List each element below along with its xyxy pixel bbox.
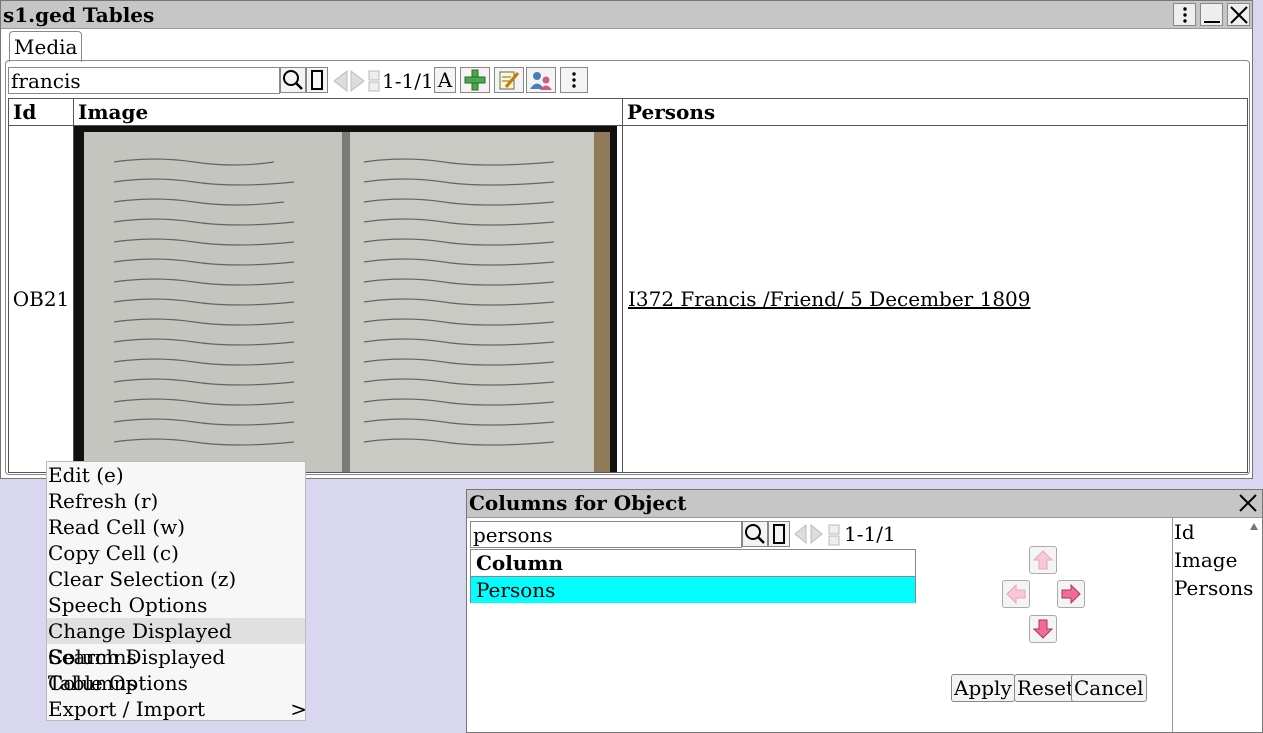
tables-window: s1.ged Tables Media 1-1/1 A (0, 0, 1253, 479)
column-list: Column Persons (470, 549, 916, 603)
menu-item[interactable]: Copy Cell (c) (47, 540, 305, 566)
column-header-persons[interactable]: Persons (622, 98, 1248, 126)
toggle-icon (311, 70, 323, 90)
column-page-count: 1-1/1 (844, 522, 896, 546)
person-button[interactable] (526, 67, 556, 93)
close-icon (1229, 5, 1248, 24)
add-button[interactable] (460, 67, 490, 93)
menu-item-label: Read Cell (w) (48, 515, 185, 539)
menu-item[interactable]: Speech Options (47, 592, 305, 618)
minimize-button[interactable] (1200, 3, 1223, 26)
scroll-up-icon[interactable] (1249, 522, 1259, 532)
page-count: 1-1/1 (382, 69, 434, 93)
column-header-id[interactable]: Id (8, 98, 74, 126)
column-list-header: Column (471, 550, 915, 577)
media-table: Id Image Persons OB21 I372 Francis /Frie… (8, 98, 1248, 473)
menu-item-label: Speech Options (48, 593, 208, 617)
submenu-arrow-icon: > (290, 697, 307, 721)
menu-item[interactable]: Search Displayed Columns (47, 644, 305, 695)
person-link[interactable]: I372 Francis /Friend/ 5 December 1809 (628, 287, 1031, 311)
menu-item[interactable]: Read Cell (w) (47, 514, 305, 540)
next-icon[interactable] (809, 523, 825, 545)
edit-icon (499, 71, 520, 90)
search-icon (745, 524, 765, 544)
available-columns-list[interactable]: Id Image Persons (1172, 518, 1262, 732)
cell-persons[interactable]: I372 Francis /Friend/ 5 December 1809 (622, 125, 1248, 473)
arrow-left-icon (1006, 584, 1026, 604)
arrow-down-icon (1033, 619, 1053, 639)
media-panel: 1-1/1 A Id Image Persons OB21 (5, 60, 1250, 475)
columns-dialog: Columns for Object 1-1/1 Column Persons … (466, 489, 1263, 733)
menu-item[interactable]: Table Options (47, 670, 305, 696)
move-left-button[interactable] (1002, 580, 1030, 608)
search-button[interactable] (280, 67, 306, 93)
cell-image[interactable] (73, 125, 623, 473)
edit-button[interactable] (494, 67, 524, 93)
kebab-icon (1182, 6, 1187, 23)
close-icon (1238, 493, 1257, 512)
next-icon[interactable] (349, 69, 367, 93)
arrow-right-icon (1061, 584, 1081, 604)
move-up-button[interactable] (1029, 546, 1057, 574)
menu-item-label: Refresh (r) (48, 489, 159, 513)
kebab-icon (572, 72, 576, 88)
reset-button[interactable]: Reset (1014, 674, 1078, 702)
context-menu: Edit (e) Refresh (r) Read Cell (w) Copy Cel… (46, 461, 307, 722)
menu-item[interactable]: Change Displayed Columns (47, 618, 305, 669)
tab-media[interactable]: Media (9, 31, 83, 62)
arrow-up-icon (1033, 550, 1053, 570)
column-filter-toggle[interactable] (768, 521, 790, 547)
cancel-button[interactable]: Cancel (1071, 674, 1147, 702)
menu-item-label: Table Options (48, 671, 188, 695)
list-item[interactable]: Image (1173, 546, 1262, 574)
page-step-icon[interactable] (828, 524, 840, 546)
column-header-image[interactable]: Image (73, 98, 623, 126)
menu-item[interactable]: Edit (e) (47, 462, 305, 488)
move-down-button[interactable] (1029, 615, 1057, 643)
menu-item[interactable]: Export / Import > (47, 696, 307, 722)
menu-item-label: Clear Selection (z) (48, 567, 237, 591)
filter-toggle-button[interactable] (306, 67, 328, 93)
plus-icon (464, 69, 486, 91)
page-step-icon[interactable] (368, 70, 380, 92)
dialog-close-button[interactable] (1236, 491, 1259, 514)
table-header-row: Id Image Persons (8, 98, 1248, 126)
column-search-input[interactable] (470, 521, 742, 548)
font-size-button[interactable]: A (434, 67, 456, 93)
search-input[interactable] (8, 67, 280, 94)
column-search-button[interactable] (742, 521, 768, 547)
list-item[interactable]: Persons (1173, 574, 1262, 602)
register-book-image (74, 126, 617, 472)
toolbar-more-button[interactable] (560, 67, 588, 93)
menu-item[interactable]: Refresh (r) (47, 488, 305, 514)
menu-item-label: Copy Cell (c) (48, 541, 179, 565)
search-icon (283, 70, 303, 90)
list-item[interactable]: Persons (471, 577, 915, 603)
minimize-icon (1203, 20, 1220, 23)
menu-item[interactable]: Clear Selection (z) (47, 566, 305, 592)
more-options-button[interactable] (1173, 3, 1196, 26)
table-row[interactable]: OB21 I372 Francis /Friend/ 5 December 18… (8, 125, 1248, 473)
dialog-title: Columns for Object (467, 490, 1262, 518)
close-button[interactable] (1227, 3, 1250, 26)
window-title: s1.ged Tables (3, 3, 155, 27)
toggle-icon (773, 524, 785, 544)
previous-icon[interactable] (792, 523, 808, 545)
cell-id[interactable]: OB21 (8, 125, 74, 473)
previous-icon[interactable] (331, 69, 349, 93)
menu-item-label: Edit (e) (48, 463, 124, 487)
title-bar: s1.ged Tables (1, 1, 1252, 29)
apply-button[interactable]: Apply (951, 674, 1015, 702)
menu-item-label: Export / Import (48, 697, 206, 721)
people-icon (530, 72, 552, 90)
move-right-button[interactable] (1057, 580, 1085, 608)
